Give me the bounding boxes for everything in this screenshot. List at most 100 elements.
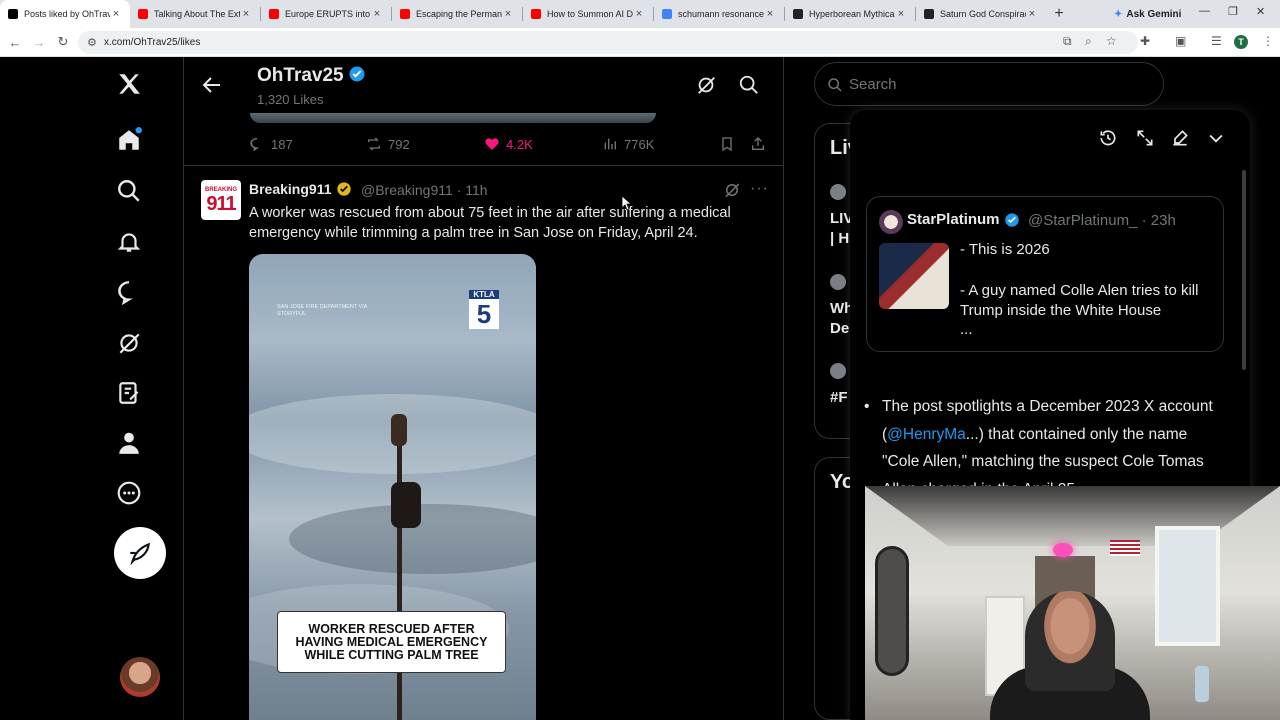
close-tab-icon[interactable]: × [240, 8, 252, 20]
trend-item[interactable]: #F [830, 389, 848, 406]
close-tab-icon[interactable]: × [371, 8, 383, 20]
more-options-icon[interactable]: ··· [750, 180, 769, 198]
grok-icon[interactable] [723, 181, 741, 199]
browser-menu-icon[interactable]: ⋮ [1262, 34, 1274, 48]
tab-title: schumann resonance - [678, 9, 764, 19]
left-navigation [100, 57, 180, 720]
back-button[interactable]: ← [3, 35, 27, 50]
profile-icon[interactable] [114, 428, 144, 458]
close-tab-icon[interactable]: × [1026, 8, 1038, 20]
close-tab-icon[interactable]: × [633, 8, 645, 20]
lists-icon[interactable] [114, 378, 144, 408]
extensions-icon[interactable]: ✚ [1140, 34, 1150, 48]
browser-tab[interactable]: Hyperborean Mythical × [785, 0, 915, 28]
close-tab-icon[interactable]: × [502, 8, 514, 20]
reply-button[interactable]: 187 [249, 136, 293, 152]
quoted-post[interactable]: StarPlatinum @StarPlatinum_ · 23h - This… [866, 196, 1224, 352]
browser-tab[interactable]: How to Summon AI De × [523, 0, 653, 28]
close-tab-icon[interactable]: × [895, 8, 907, 20]
page-title: OhTrav25 [257, 65, 366, 87]
tweet-video[interactable]: SAN JOSE FIRE DEPARTMENT VIA STORYFUL KT… [249, 254, 536, 720]
chatgpt-favicon-icon [924, 9, 934, 19]
quoted-text-line: ... [960, 321, 973, 338]
author-handle[interactable]: @Breaking911 · 11h [361, 182, 488, 198]
expand-icon[interactable] [1135, 128, 1155, 148]
youtube-favicon-icon [400, 9, 410, 19]
close-tab-icon[interactable]: × [110, 8, 122, 20]
history-icon[interactable] [1098, 128, 1118, 148]
neon-sign [1053, 543, 1073, 557]
tab-title: Talking About The Extr [154, 9, 240, 19]
close-tab-icon[interactable]: × [764, 8, 776, 20]
trend-item[interactable]: De [830, 320, 849, 337]
x-favicon-icon [8, 9, 18, 19]
likes-count: 1,320 Likes [257, 92, 324, 107]
messages-icon[interactable] [114, 277, 144, 307]
tab-title: Posts liked by OhTrav25 [24, 9, 110, 19]
bookmark-button[interactable] [719, 136, 735, 152]
browser-profile-avatar[interactable]: T [1234, 35, 1248, 49]
home-icon[interactable] [114, 125, 144, 155]
browser-tab[interactable]: Saturn God Conspiracy × [916, 0, 1046, 28]
browser-tab[interactable]: schumann resonance - × [654, 0, 784, 28]
trend-item[interactable]: | H [830, 230, 849, 247]
previous-tweet-media[interactable] [250, 113, 656, 123]
grok-icon[interactable] [695, 74, 717, 96]
tweet-breaking911[interactable]: BREAKING 911 Breaking911 @Breaking911 · … [184, 166, 783, 720]
browser-tab[interactable]: Talking About The Extr × [130, 0, 260, 28]
author-name[interactable]: Breaking911 [249, 181, 352, 197]
browser-tab-strip: Posts liked by OhTrav25×Talking About Th… [0, 0, 1280, 28]
views-button[interactable]: 776K [602, 136, 654, 152]
search-input[interactable]: Search [814, 62, 1164, 106]
breaking911-avatar[interactable]: BREAKING 911 [201, 180, 241, 220]
reload-button[interactable]: ↻ [51, 34, 75, 50]
gold-verified-badge-icon [336, 182, 351, 196]
bookmark-star-icon[interactable]: ☆ [1106, 34, 1117, 48]
back-arrow-icon[interactable] [200, 73, 224, 97]
reading-list-icon[interactable]: ☰ [1211, 34, 1222, 48]
grok-icon[interactable] [114, 328, 144, 358]
person-head [1025, 591, 1115, 691]
site-info-icon[interactable]: ⚙ [87, 36, 97, 49]
new-tab-button[interactable]: + [1046, 5, 1072, 23]
repost-button[interactable]: 792 [366, 136, 410, 152]
notifications-icon[interactable] [114, 227, 144, 257]
mention-link[interactable]: @HenryMa [887, 426, 966, 443]
water-bottle [1195, 666, 1209, 702]
chevron-down-icon[interactable] [1206, 128, 1226, 148]
minimize-button[interactable]: — [1199, 5, 1210, 17]
room-window [1155, 526, 1220, 646]
google-favicon-icon [662, 9, 672, 19]
previous-tweet-actions: 187 792 4.2K 776K [184, 133, 783, 157]
close-window-button[interactable]: ✕ [1256, 5, 1265, 18]
forward-button[interactable]: → [27, 35, 51, 50]
zoom-icon[interactable]: ⌕ [1085, 34, 1092, 49]
ask-gemini-button[interactable]: ✦ Ask Gemini [1104, 4, 1191, 24]
maximize-button[interactable]: ❐ [1228, 5, 1238, 18]
x-logo-icon[interactable] [114, 69, 144, 99]
account-avatar[interactable] [120, 657, 160, 697]
ktla-logo: KTLA 5 [469, 290, 499, 330]
explore-icon[interactable] [114, 176, 144, 206]
tab-title: Escaping the Permane [416, 9, 502, 19]
address-bar[interactable]: ⚙ x.com/OhTrav25/likes [78, 31, 1138, 54]
trend-avatar [830, 184, 846, 200]
share-button[interactable] [750, 136, 766, 152]
browser-tab[interactable]: Posts liked by OhTrav25× [0, 0, 130, 28]
tweet-text: A worker was rescued from about 75 feet … [249, 205, 731, 241]
browser-tab[interactable]: Europe ERUPTS into TO× [261, 0, 391, 28]
browser-tab[interactable]: Escaping the Permane × [392, 0, 522, 28]
new-chat-icon[interactable] [1170, 128, 1190, 148]
install-app-icon[interactable]: ⧉ [1063, 34, 1072, 49]
scrollbar[interactable] [1242, 170, 1246, 370]
tab-title: Saturn God Conspiracy [940, 9, 1026, 19]
feather-icon [130, 542, 150, 566]
split-view-icon[interactable]: ▣ [1175, 34, 1186, 48]
webcam-overlay [865, 486, 1280, 720]
more-options-icon[interactable] [114, 478, 144, 508]
trend-avatar [830, 274, 846, 290]
like-button[interactable]: 4.2K [484, 136, 533, 152]
search-icon[interactable] [738, 74, 760, 96]
verified-badge-icon [1004, 212, 1019, 227]
compose-post-button[interactable] [114, 527, 166, 579]
